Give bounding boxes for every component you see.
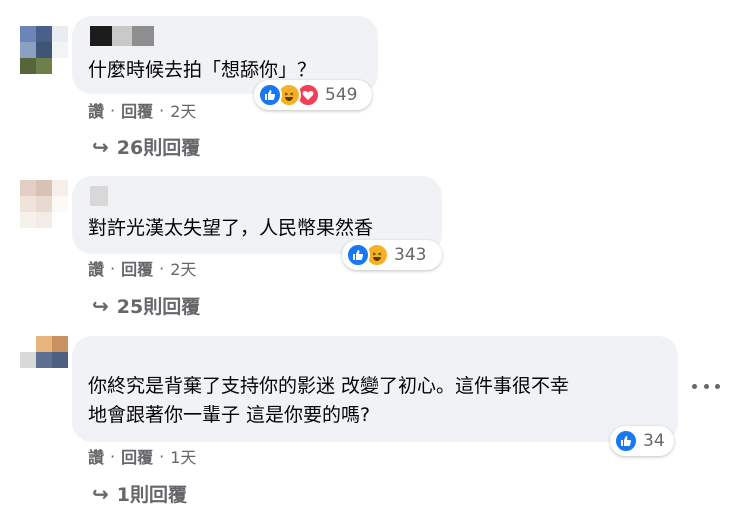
separator-dot: · (159, 446, 165, 466)
reply-link[interactable]: 回覆 (121, 98, 153, 122)
comment-2: 對許光漢太失望了，人民幣果然香 343 讚 · 回覆 · 2天 ↪ 25則回覆 (0, 170, 730, 328)
view-replies-link[interactable]: ↪ 25則回覆 (92, 292, 200, 319)
replies-count: 25則回覆 (116, 296, 201, 318)
like-icon (614, 429, 638, 453)
reactions-summary[interactable]: 34 (610, 426, 674, 456)
separator-dot: · (110, 446, 116, 466)
view-replies-link[interactable]: ↪ 1則回覆 (92, 480, 187, 507)
reply-link[interactable]: 回覆 (121, 444, 153, 468)
like-link[interactable]: 讚 (88, 444, 104, 468)
replies-count: 1則回覆 (116, 484, 187, 506)
comment-text-line-2: 地會跟著你一輩子 這是你要的嗎? (88, 404, 371, 426)
like-link[interactable]: 讚 (88, 98, 104, 122)
comment-text: 對許光漢太失望了，人民幣果然香 (88, 217, 374, 239)
reply-arrow-icon: ↪ (92, 481, 109, 506)
like-icon (346, 243, 370, 267)
view-replies-link[interactable]: ↪ 26則回覆 (92, 133, 200, 160)
author-name-redacted[interactable] (90, 186, 108, 206)
timestamp[interactable]: 2天 (170, 98, 196, 122)
avatar[interactable] (20, 336, 68, 384)
avatar[interactable] (20, 180, 68, 228)
comment-3: 你終究是背棄了支持你的影迷 改變了初心。這件事很不幸 地會跟著你一輩子 這是你要… (0, 328, 730, 512)
comment-1: 什麼時候去拍「想舔你」？ 549 讚 · 回覆 · 2天 ↪ 26則回覆 (0, 0, 730, 170)
comment-text-line-1: 你終究是背棄了支持你的影迷 改變了初心。這件事很不幸 (88, 375, 570, 397)
avatar[interactable] (20, 26, 68, 74)
reactions-summary[interactable]: 343 (342, 240, 442, 270)
reply-link[interactable]: 回覆 (121, 256, 153, 280)
reply-arrow-icon: ↪ (92, 293, 109, 318)
like-link[interactable]: 讚 (88, 256, 104, 280)
separator-dot: · (110, 100, 116, 120)
reaction-count: 34 (643, 431, 665, 451)
separator-dot: · (110, 258, 116, 278)
comment-actions: 讚 · 回覆 · 1天 (88, 444, 196, 468)
like-icon (258, 83, 282, 107)
reaction-count: 343 (394, 245, 427, 265)
timestamp[interactable]: 1天 (170, 444, 196, 468)
comment-actions: 讚 · 回覆 · 2天 (88, 256, 196, 280)
reactions-summary[interactable]: 549 (254, 80, 372, 110)
reply-arrow-icon: ↪ (92, 134, 109, 159)
separator-dot: · (159, 100, 165, 120)
timestamp[interactable]: 2天 (170, 256, 196, 280)
more-options-icon[interactable] (692, 376, 720, 396)
replies-count: 26則回覆 (116, 137, 201, 159)
author-name-redacted[interactable] (90, 26, 154, 46)
comment-bubble: 你終究是背棄了支持你的影迷 改變了初心。這件事很不幸 地會跟著你一輩子 這是你要… (72, 336, 678, 442)
comment-actions: 讚 · 回覆 · 2天 (88, 98, 196, 122)
reaction-count: 549 (325, 85, 358, 105)
separator-dot: · (159, 258, 165, 278)
